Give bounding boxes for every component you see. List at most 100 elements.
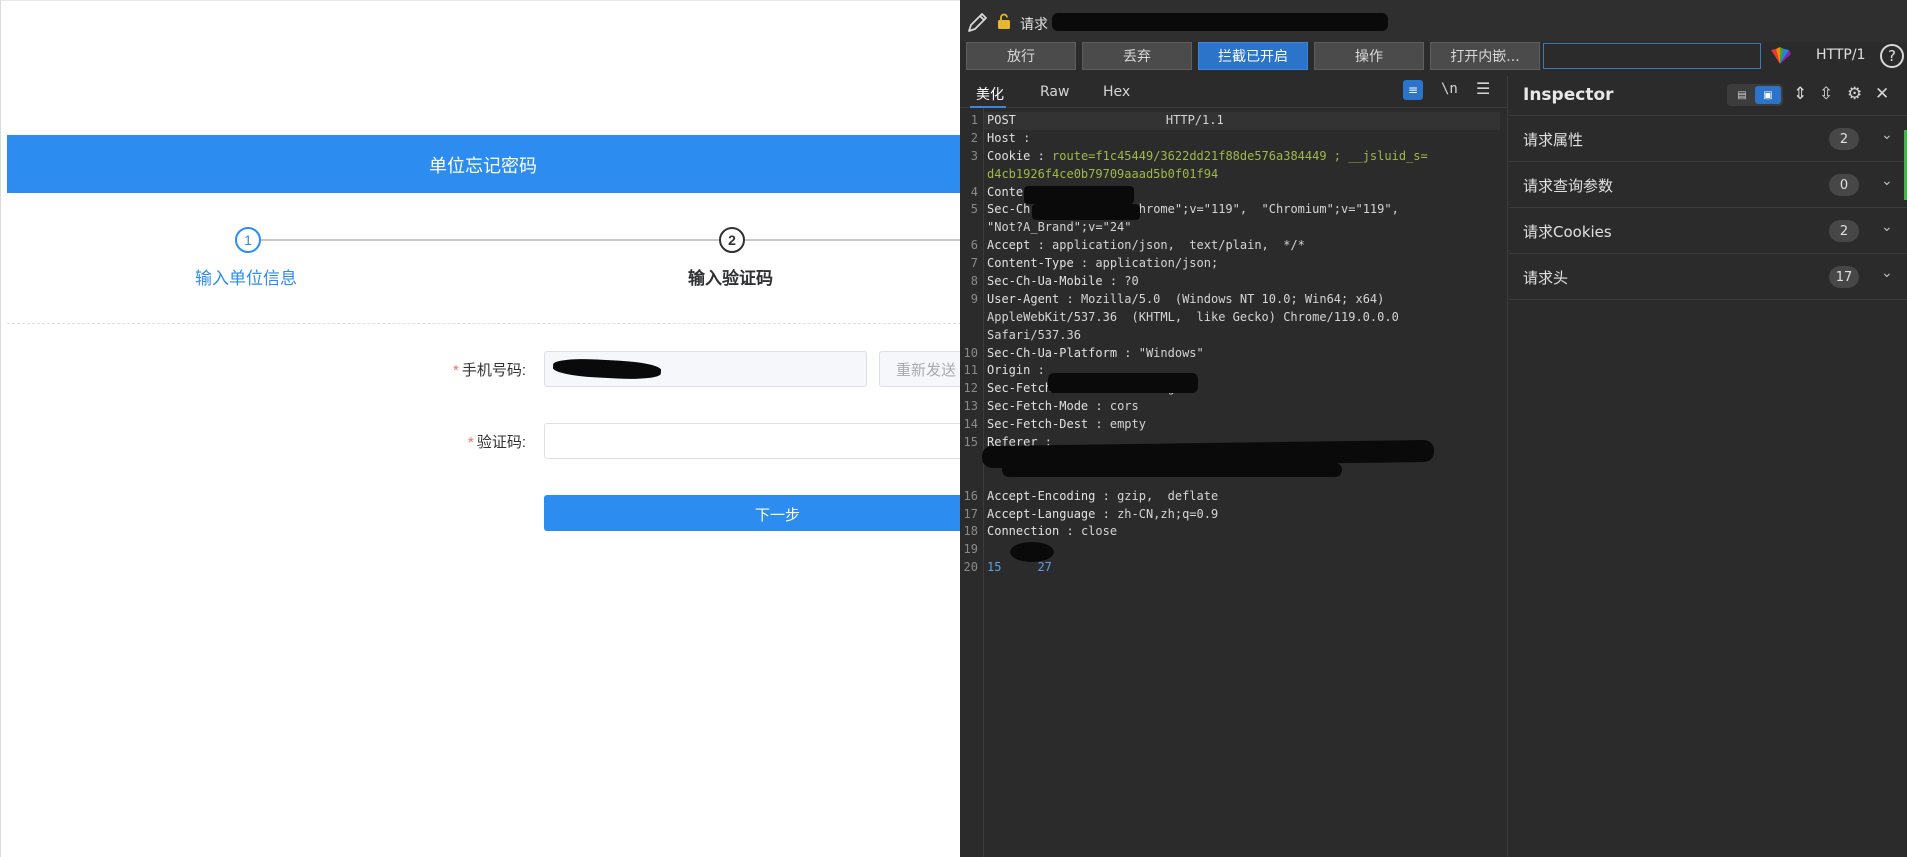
line-text: POST HTTP/1.1 [987, 112, 1224, 130]
inspector-panel: Inspector ▤ ▣ ⇕ ⇳ ⚙ ✕ 请求属性 2 ⌄ 请求查询参数 0 … [1509, 76, 1907, 857]
tab-raw[interactable]: Raw [1040, 84, 1069, 100]
layout-toggle[interactable]: ▤ ▣ [1727, 84, 1783, 106]
header-name: Origin [987, 363, 1031, 378]
code-line: AppleWebKit/537.36 (KHTML, like Gecko) C… [960, 309, 1500, 327]
code-line: 8 Sec-Ch-Ua-Mobile : ?0 [960, 273, 1500, 291]
redaction [1052, 13, 1388, 31]
header-name: Sec-Ch-Ua-Mobile [987, 274, 1103, 289]
line-text: Content-Type : application/json; [987, 256, 1219, 271]
step-1-label: 输入单位信息 [195, 269, 297, 288]
resend-button[interactable]: 重新发送 [879, 351, 969, 387]
code-line: 1 POST HTTP/1.1 [960, 112, 1500, 130]
code-line: 17 Accept-Language : zh-CN,zh;q=0.9 [960, 506, 1500, 524]
header-value: Mozilla/5.0 (Windows NT 10.0; Win64; x64… [1080, 291, 1385, 306]
header-value: cors [1109, 399, 1139, 414]
highlight-color-icon[interactable] [1768, 44, 1792, 68]
layout-panel-icon[interactable]: ▣ [1755, 86, 1781, 104]
inspector-row-cookies[interactable]: 请求Cookies 2 ⌄ [1509, 208, 1907, 254]
header-value: application/json, text/plain, */* [1052, 238, 1305, 253]
word-wrap-icon[interactable]: ≡ [1403, 80, 1423, 100]
line-number: 8 [970, 274, 978, 289]
line-text: Accept : application/json, text/plain, *… [987, 238, 1305, 253]
http-version: HTTP/1.1 [1165, 113, 1224, 127]
step-connector [261, 239, 719, 241]
chevron-down-icon[interactable]: ⌄ [1881, 265, 1893, 281]
open-browser-button[interactable]: 打开内嵌... [1430, 42, 1540, 70]
line-number: 4 [970, 184, 978, 199]
line-text: d4cb1926f4ce0b79709aaad5b0f01f94 [987, 166, 1218, 184]
line-text: User-Agent : Mozilla/5.0 (Windows NT 10.… [987, 291, 1385, 306]
step-2-label: 输入验证码 [688, 269, 773, 288]
redaction [1048, 373, 1198, 393]
inspector-row-headers[interactable]: 请求头 17 ⌄ [1509, 254, 1907, 300]
request-header-bar: 请求 [960, 0, 1907, 42]
verification-code-input[interactable] [544, 423, 964, 459]
line-number: 1 [970, 113, 978, 127]
page-title: 单位忘记密码 [429, 156, 537, 176]
next-step-label: 下一步 [755, 507, 801, 524]
header-name: Connection [987, 524, 1060, 539]
menu-icon[interactable]: ☰ [1476, 79, 1490, 98]
code-line: 2 Host : [960, 130, 1500, 148]
code-line: 20 15 27 [960, 559, 1500, 577]
request-code[interactable]: 1 POST HTTP/1.1 2 Host : 3 Cookie : route=f1c… [960, 112, 1500, 577]
line-text: Accept-Encoding : gzip, deflate [987, 488, 1219, 503]
line-number: 16 [963, 488, 978, 503]
action-button[interactable]: 操作 [1314, 42, 1424, 70]
help-icon[interactable]: ? [1880, 44, 1904, 68]
collapse-all-icon[interactable]: ⇳ [1819, 84, 1833, 104]
header-value: application/json; [1095, 256, 1219, 271]
code-label: * 验证码: [468, 434, 527, 451]
layout-list-icon[interactable]: ▤ [1729, 86, 1755, 104]
phone-input[interactable] [544, 351, 867, 387]
next-step-button[interactable]: 下一步 [544, 495, 964, 531]
count-badge: 17 [1829, 266, 1859, 288]
header-name: User-Agent [987, 291, 1060, 306]
line-number: 20 [963, 560, 978, 575]
settings-gear-icon[interactable]: ⚙ [1847, 84, 1862, 104]
header-name: POST [987, 113, 1016, 127]
inspector-header: Inspector ▤ ▣ ⇕ ⇳ ⚙ ✕ [1509, 76, 1907, 116]
inspector-row-attributes[interactable]: 请求属性 2 ⌄ [1509, 116, 1907, 162]
expand-all-icon[interactable]: ⇕ [1793, 84, 1807, 104]
forward-button[interactable]: 放行 [966, 42, 1076, 70]
line-text: Origin : [987, 363, 1053, 378]
newline-toggle[interactable]: \n [1441, 81, 1458, 97]
line-number: 14 [963, 417, 978, 432]
line-text: Cookie : route=f1c45449/3622dd21f88de576… [987, 148, 1428, 163]
redaction [1024, 186, 1134, 204]
burp-intercept-panel: 请求 放行 丢弃 拦截已开启 操作 打开内嵌... HTTP/1 ? 美化 Ra… [960, 0, 1907, 857]
line-text: Sec-Ch-Ua-Platform : "Windows" [987, 345, 1204, 360]
intercept-toggle-button[interactable]: 拦截已开启 [1198, 42, 1308, 70]
header-value: gzip, deflate [1117, 488, 1219, 503]
pencil-icon[interactable] [966, 10, 990, 34]
header-value: empty [1109, 417, 1146, 432]
line-text: AppleWebKit/537.36 (KHTML, like Gecko) C… [987, 309, 1399, 327]
inspector-title: Inspector [1523, 85, 1614, 105]
line-number: 15 [963, 435, 978, 450]
header-name: Sec-Fetch-Dest [987, 417, 1089, 432]
chevron-down-icon[interactable]: ⌄ [1881, 173, 1893, 189]
chevron-down-icon[interactable]: ⌄ [1881, 127, 1893, 143]
body-value-tail: 27 [1037, 560, 1052, 575]
header-value: Safari/537.36 [987, 327, 1081, 342]
drop-button[interactable]: 丢弃 [1082, 42, 1192, 70]
required-mark: * [453, 362, 459, 379]
header-value: "Not?A_Brand";v="24" [987, 220, 1132, 235]
inspector-row-query-params[interactable]: 请求查询参数 0 ⌄ [1509, 162, 1907, 208]
annotation-input[interactable] [1543, 43, 1761, 69]
request-editor[interactable]: 美化 Raw Hex ≡ \n ☰ 1 POST HTTP/1.1 2 Host : 3… [960, 76, 1508, 857]
required-mark: * [468, 434, 474, 451]
header-value: AppleWebKit/537.36 (KHTML, like Gecko) C… [987, 309, 1399, 324]
header-value: zh-CN,zh;q=0.9 [1117, 506, 1219, 521]
protocol-label[interactable]: HTTP/1 [1816, 47, 1865, 63]
phone-label: * 手机号码: [453, 362, 527, 379]
line-text: Safari/537.36 [987, 327, 1081, 345]
code-line: "Not?A_Brand";v="24" [960, 219, 1500, 237]
chevron-down-icon[interactable]: ⌄ [1881, 219, 1893, 235]
step-connector [745, 239, 961, 241]
close-icon[interactable]: ✕ [1875, 84, 1889, 104]
tab-hex[interactable]: Hex [1103, 84, 1130, 100]
tab-pretty[interactable]: 美化 [976, 84, 1004, 104]
editor-tabs: 美化 Raw Hex ≡ \n ☰ [960, 76, 1508, 108]
